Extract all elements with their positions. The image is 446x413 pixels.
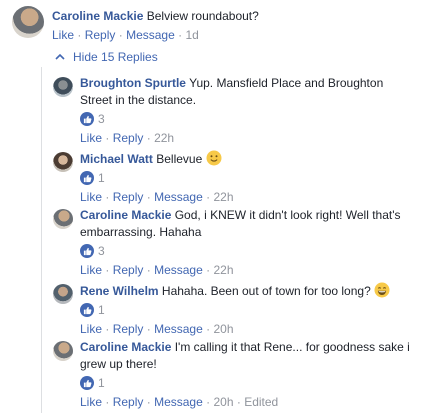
timestamp[interactable]: 20h: [213, 322, 233, 336]
timestamp[interactable]: 1d: [185, 28, 198, 42]
reaction-count: 1: [98, 302, 105, 317]
comment-text: Hahaha. Been out of town for too long?: [161, 284, 371, 298]
comment-actions: Like · Reply · Message · 22h: [80, 263, 234, 277]
reaction-summary[interactable]: 1: [80, 375, 410, 391]
like-reaction-icon: [80, 303, 94, 317]
reaction-count: 1: [98, 375, 105, 390]
comment-author[interactable]: Rene Wilhelm: [80, 284, 159, 298]
reaction-count: 3: [98, 111, 105, 126]
reply-item: Caroline Mackie I'm calling it that Rene…: [53, 339, 410, 410]
reaction-count: 1: [98, 170, 105, 185]
comment-text: Belview roundabout?: [146, 9, 259, 23]
comment-text-cont: grew up there!: [80, 357, 157, 371]
timestamp[interactable]: 22h: [213, 190, 233, 204]
reply-item: Rene Wilhelm Hahaha. Been out of town fo…: [53, 282, 390, 337]
reply-link[interactable]: Reply: [113, 190, 144, 204]
reply-item: Caroline Mackie God, i KNEW it didn't lo…: [53, 207, 401, 278]
comment-author[interactable]: Caroline Mackie: [80, 208, 171, 222]
message-link[interactable]: Message: [154, 190, 203, 204]
comment-text: Yup. Mansfield Place and Broughton: [189, 76, 384, 90]
comment-text-cont: embarrassing. Hahaha: [80, 225, 202, 239]
comment-author[interactable]: Michael Watt: [80, 152, 153, 166]
comment-actions: Like · Reply · Message · 22h: [80, 190, 234, 204]
thread-line: [41, 67, 42, 413]
comment-text: God, i KNEW it didn't look right! Well t…: [174, 208, 401, 222]
comment-text: I'm calling it that Rene... for goodness…: [174, 340, 410, 354]
reply-link[interactable]: Reply: [85, 28, 116, 42]
timestamp[interactable]: 20h: [213, 395, 233, 409]
hide-replies-label: Hide 15 Replies: [73, 50, 158, 64]
message-link[interactable]: Message: [154, 395, 203, 409]
message-link[interactable]: Message: [126, 28, 175, 42]
comment-author[interactable]: Broughton Spurtle: [80, 76, 186, 90]
avatar[interactable]: [53, 341, 73, 361]
timestamp[interactable]: 22h: [154, 131, 174, 145]
chevron-up-icon: [55, 53, 65, 60]
like-link[interactable]: Like: [52, 28, 74, 42]
reaction-count: 3: [98, 243, 105, 258]
reaction-summary[interactable]: 1: [80, 302, 390, 318]
reaction-summary[interactable]: 1: [80, 170, 234, 186]
like-reaction-icon: [80, 376, 94, 390]
reply-link[interactable]: Reply: [113, 395, 144, 409]
avatar[interactable]: [53, 77, 73, 97]
avatar[interactable]: [12, 6, 44, 38]
hide-replies-toggle[interactable]: Hide 15 Replies: [55, 50, 158, 64]
like-link[interactable]: Like: [80, 190, 102, 204]
message-link[interactable]: Message: [154, 263, 203, 277]
like-reaction-icon: [80, 112, 94, 126]
reaction-summary[interactable]: 3: [80, 243, 401, 259]
like-link[interactable]: Like: [80, 263, 102, 277]
comment-actions: Like · Reply · 22h: [80, 131, 175, 145]
timestamp[interactable]: 22h: [213, 263, 233, 277]
comment-top: Caroline Mackie Belview roundabout? Like…: [12, 6, 259, 43]
comment-text-cont: Street in the distance.: [80, 93, 197, 107]
reply-item: Broughton Spurtle Yup. Mansfield Place a…: [53, 75, 383, 146]
reply-link[interactable]: Reply: [113, 263, 144, 277]
message-link[interactable]: Message: [154, 322, 203, 336]
like-link[interactable]: Like: [80, 131, 102, 145]
like-reaction-icon: [80, 244, 94, 258]
avatar[interactable]: [53, 209, 73, 229]
like-link[interactable]: Like: [80, 322, 102, 336]
grin-emoji: [374, 282, 390, 298]
edited-label[interactable]: Edited: [244, 395, 278, 409]
comment-actions: Like · Reply · Message · 1d: [52, 28, 199, 42]
comment-author[interactable]: Caroline Mackie: [80, 340, 171, 354]
reply-item: Michael Watt Bellevue 1 Like · Reply · M…: [53, 150, 234, 205]
avatar[interactable]: [53, 152, 73, 172]
comment-actions: Like · Reply · Message · 20h · Edited: [80, 395, 279, 409]
like-link[interactable]: Like: [80, 395, 102, 409]
reply-link[interactable]: Reply: [113, 131, 144, 145]
avatar[interactable]: [53, 284, 73, 304]
comment-author[interactable]: Caroline Mackie: [52, 9, 143, 23]
slight-smile-emoji: [206, 150, 222, 166]
reply-link[interactable]: Reply: [113, 322, 144, 336]
comment-actions: Like · Reply · Message · 20h: [80, 322, 234, 336]
reaction-summary[interactable]: 3: [80, 111, 383, 127]
like-reaction-icon: [80, 171, 94, 185]
comment-text: Bellevue: [156, 152, 203, 166]
